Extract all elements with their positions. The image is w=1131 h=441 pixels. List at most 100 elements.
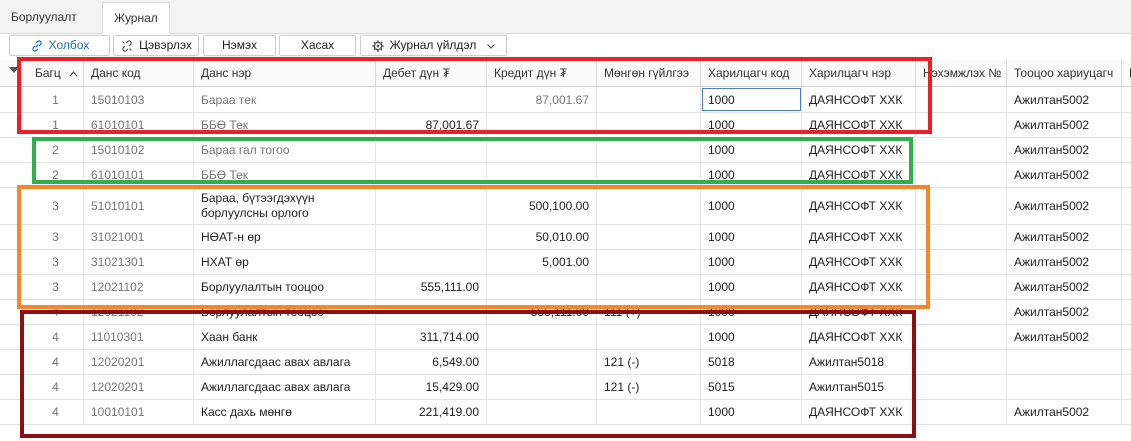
cell-credit[interactable] xyxy=(487,324,597,349)
table-row[interactable]: 3 31021301 НХАТ өр 5,001.00 1000 ДАЯНСОФТ ХХК… xyxy=(0,249,1131,275)
cell-responsible[interactable]: Ажилтан5002 xyxy=(1007,324,1122,349)
col-header-cash-flow[interactable]: Мөнгөн гүйлгээ xyxy=(597,60,701,86)
cell-debit[interactable] xyxy=(376,224,487,249)
cell-credit[interactable] xyxy=(487,399,597,424)
cell-credit[interactable]: 555,111.00 xyxy=(487,299,597,324)
cell-debit[interactable]: 6,549.00 xyxy=(376,349,487,374)
cell-invoice[interactable] xyxy=(916,87,1007,112)
cell-account-name[interactable]: Бараа, бүтээгдэхүүн борлуулсны орлого xyxy=(194,187,376,224)
unlink-button[interactable]: Цэвэрлэх xyxy=(113,35,199,56)
cell-invoice[interactable] xyxy=(916,224,1007,249)
table-row[interactable]: 4 12020201 Ажиллагсдаас авах авлага 6,549.0… xyxy=(0,349,1131,375)
cell-responsible[interactable]: Ажилтан5002 xyxy=(1007,187,1122,224)
cell-invoice[interactable] xyxy=(916,274,1007,299)
cell-batch[interactable]: 4 xyxy=(28,299,84,324)
cell-cash-flow[interactable] xyxy=(597,324,701,349)
cell-partner-name[interactable]: Ажилтан5015 xyxy=(802,374,916,399)
cell-account-name[interactable]: ББӨ Тек xyxy=(194,162,376,187)
table-row[interactable]: 3 51010101 Бараа, бүтээгдэхүүн борлуулсны … xyxy=(0,187,1131,225)
cell-cash-flow[interactable] xyxy=(597,162,701,187)
cell-partner-code[interactable]: 1000 xyxy=(701,299,802,324)
cell-partner-code[interactable]: 5015 xyxy=(701,374,802,399)
table-row[interactable]: 3 12021102 Борлуулалтын тооцоо 555,111.00 10… xyxy=(0,274,1131,300)
col-header-debit[interactable]: Дебет дүн ₮ xyxy=(376,60,487,86)
cell-cash-flow[interactable]: 121 (-) xyxy=(597,374,701,399)
table-row[interactable]: 3 31021001 НӨАТ-н өр 50,010.00 1000 ДАЯНСОФТ … xyxy=(0,224,1131,250)
cell-credit[interactable] xyxy=(487,162,597,187)
cell-account-name[interactable]: Борлуулалтын тооцоо xyxy=(194,299,376,324)
cell-responsible[interactable] xyxy=(1007,349,1122,374)
cell-responsible[interactable]: Ажилтан5002 xyxy=(1007,137,1122,162)
cell-batch[interactable]: 3 xyxy=(28,249,84,274)
cell-batch[interactable]: 3 xyxy=(28,187,84,224)
table-row[interactable]: 2 15010102 Бараа гал тогоо 1000 ДАЯНСОФТ ХХК… xyxy=(0,137,1131,163)
cell-partner-code[interactable]: 1000 xyxy=(701,112,802,137)
link-button[interactable]: Холбох xyxy=(9,35,110,56)
cell-responsible[interactable]: Ажилтан5002 xyxy=(1007,299,1122,324)
cell-batch[interactable]: 4 xyxy=(28,349,84,374)
cell-debit[interactable] xyxy=(376,137,487,162)
cell-responsible[interactable]: Ажилтан5002 xyxy=(1007,224,1122,249)
table-row[interactable]: 4 10010101 Касс дахь мөнгө 221,419.00 1000 ДА… xyxy=(0,399,1131,425)
cell-account-code[interactable]: 12021102 xyxy=(84,274,194,299)
cell-partner-code[interactable]: 1000 xyxy=(701,274,802,299)
cell-cash-flow[interactable] xyxy=(597,87,701,112)
col-header-partner-name[interactable]: Харилцагч нэр xyxy=(802,60,916,86)
cell-invoice[interactable] xyxy=(916,112,1007,137)
cell-partner-name[interactable]: Ажилтан5018 xyxy=(802,349,916,374)
cell-cash-flow[interactable] xyxy=(597,399,701,424)
cell-invoice[interactable] xyxy=(916,299,1007,324)
cell-debit[interactable]: 87,001.67 xyxy=(376,112,487,137)
cell-batch[interactable]: 4 xyxy=(28,374,84,399)
cell-partner-code[interactable]: 1000 xyxy=(701,87,802,112)
cell-cash-flow[interactable]: 121 (-) xyxy=(597,349,701,374)
table-row[interactable]: 4 12021102 Борлуулалтын тооцоо 555,111.00 11… xyxy=(0,299,1131,325)
cell-credit[interactable]: 50,010.00 xyxy=(487,224,597,249)
cell-cash-flow[interactable] xyxy=(597,137,701,162)
cell-debit[interactable]: 15,429.00 xyxy=(376,374,487,399)
cell-responsible[interactable]: Ажилтан5002 xyxy=(1007,162,1122,187)
col-header-invoice[interactable]: Нэхэмжлэх № xyxy=(916,60,1007,86)
cell-account-name[interactable]: Хаан банк xyxy=(194,324,376,349)
cell-batch[interactable]: 4 xyxy=(28,324,84,349)
cell-partner-code[interactable]: 1000 xyxy=(701,187,802,224)
cell-invoice[interactable] xyxy=(916,187,1007,224)
cell-account-code[interactable]: 31021001 xyxy=(84,224,194,249)
table-row[interactable]: 2 61010101 ББӨ Тек 1000 ДАЯНСОФТ ХХК Ажилтан5… xyxy=(0,162,1131,188)
col-header-credit[interactable]: Кредит дүн ₮ xyxy=(487,60,597,86)
cell-account-name[interactable]: Касс дахь мөнгө xyxy=(194,399,376,424)
cell-responsible[interactable] xyxy=(1007,374,1122,399)
cell-credit[interactable] xyxy=(487,374,597,399)
cell-invoice[interactable] xyxy=(916,324,1007,349)
cell-credit[interactable]: 87,001.67 xyxy=(487,87,597,112)
cell-account-name[interactable]: Ажиллагсдаас авах авлага xyxy=(194,374,376,399)
cell-partner-code[interactable]: 1000 xyxy=(701,162,802,187)
col-header-account-name[interactable]: Данс нэр xyxy=(194,60,376,86)
cell-account-name[interactable]: Борлуулалтын тооцоо xyxy=(194,274,376,299)
cell-cash-flow[interactable] xyxy=(597,224,701,249)
cell-responsible[interactable]: Ажилтан5002 xyxy=(1007,112,1122,137)
cell-responsible[interactable]: Ажилтан5002 xyxy=(1007,87,1122,112)
cell-debit[interactable]: 311,714.00 xyxy=(376,324,487,349)
col-header-responsible[interactable]: Тооцоо хариуцагч xyxy=(1007,60,1122,86)
cell-cash-flow[interactable] xyxy=(597,112,701,137)
cell-batch[interactable]: 3 xyxy=(28,224,84,249)
cell-debit[interactable] xyxy=(376,249,487,274)
cell-invoice[interactable] xyxy=(916,349,1007,374)
cell-account-name[interactable]: ББӨ Тек xyxy=(194,112,376,137)
cell-debit[interactable] xyxy=(376,162,487,187)
cell-credit[interactable] xyxy=(487,349,597,374)
cell-partner-code[interactable]: 1000 xyxy=(701,137,802,162)
cell-partner-name[interactable]: ДАЯНСОФТ ХХК xyxy=(802,137,916,162)
cell-batch[interactable]: 3 xyxy=(28,274,84,299)
cell-batch[interactable]: 1 xyxy=(28,112,84,137)
cell-credit[interactable]: 500,100.00 xyxy=(487,187,597,224)
cell-invoice[interactable] xyxy=(916,249,1007,274)
cell-account-code[interactable]: 12020201 xyxy=(84,349,194,374)
cell-invoice[interactable] xyxy=(916,162,1007,187)
cell-partner-name[interactable]: ДАЯНСОФТ ХХК xyxy=(802,249,916,274)
table-row[interactable]: 4 11010301 Хаан банк 311,714.00 1000 ДАЯНСОФТ… xyxy=(0,324,1131,350)
table-row[interactable]: 1 61010101 ББӨ Тек 87,001.67 1000 ДАЯНСОФТ ХХ… xyxy=(0,112,1131,138)
collapse-arrow-icon[interactable] xyxy=(9,67,19,73)
cell-partner-name[interactable]: ДАЯНСОФТ ХХК xyxy=(802,162,916,187)
